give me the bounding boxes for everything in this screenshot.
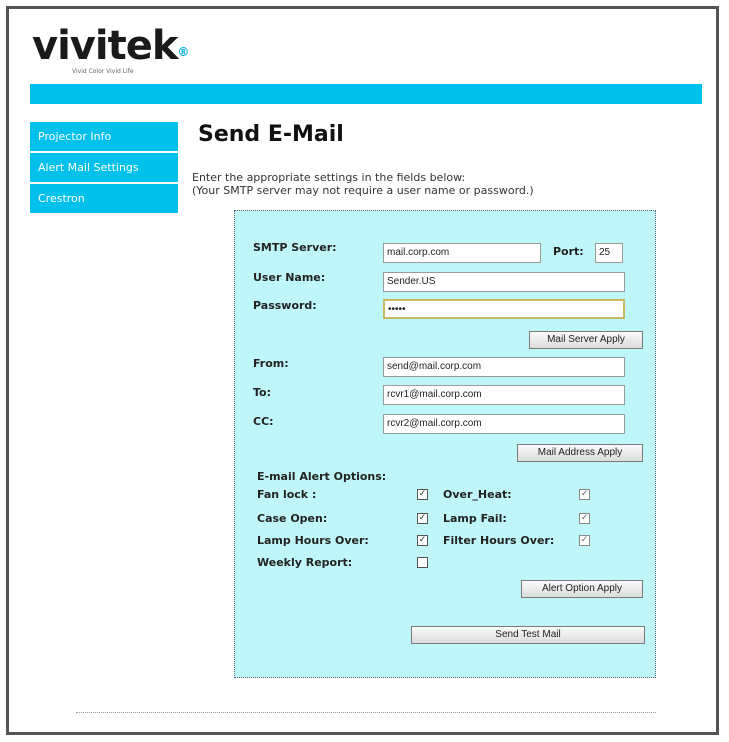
page-description: Enter the appropriate settings in the fi… — [192, 171, 534, 197]
case-open-label: Case Open: — [257, 512, 328, 525]
port-label: Port: — [553, 245, 584, 258]
over-heat-label: Over_Heat: — [443, 488, 512, 501]
weekly-report-label: Weekly Report: — [257, 556, 353, 569]
registered-mark-icon: ® — [177, 45, 189, 59]
user-name-label: User Name: — [253, 271, 326, 284]
alert-options-heading: E-mail Alert Options: — [257, 470, 387, 483]
port-input[interactable]: 25 — [595, 243, 623, 263]
sidebar-item-crestron[interactable]: Crestron — [30, 184, 178, 215]
password-input[interactable]: ••••• — [383, 299, 625, 319]
header-bar — [30, 84, 702, 104]
lamp-hours-over-label: Lamp Hours Over: — [257, 534, 369, 547]
smtp-server-label: SMTP Server: — [253, 241, 337, 254]
email-settings-panel: SMTP Server: mail.corp.com Port: 25 User… — [234, 210, 656, 678]
sidebar-nav: Projector Info Alert Mail Settings Crest… — [30, 122, 178, 215]
lamp-fail-label: Lamp Fail: — [443, 512, 507, 525]
lamp-hours-over-checkbox[interactable]: ✓ — [417, 535, 428, 546]
over-heat-checkbox[interactable]: ✓ — [579, 489, 590, 500]
vivitek-logo: vivitek® Vivid Color Vivid Life — [32, 23, 189, 75]
send-test-mail-button[interactable]: Send Test Mail — [411, 626, 645, 644]
fan-lock-label: Fan lock : — [257, 488, 317, 501]
footer-divider — [76, 712, 656, 713]
filter-hours-over-label: Filter Hours Over: — [443, 534, 555, 547]
sidebar-item-projector-info[interactable]: Projector Info — [30, 122, 178, 153]
brand-tagline: Vivid Color Vivid Life — [72, 68, 134, 75]
weekly-report-checkbox[interactable] — [417, 557, 428, 568]
mail-address-apply-button[interactable]: Mail Address Apply — [517, 444, 643, 462]
description-line-2: (Your SMTP server may not require a user… — [192, 184, 534, 197]
description-line-1: Enter the appropriate settings in the fi… — [192, 171, 466, 184]
user-name-input[interactable]: Sender.US — [383, 272, 625, 292]
password-label: Password: — [253, 299, 317, 312]
from-input[interactable]: send@mail.corp.com — [383, 357, 625, 377]
case-open-checkbox[interactable]: ✓ — [417, 513, 428, 524]
filter-hours-over-checkbox[interactable]: ✓ — [579, 535, 590, 546]
sidebar-item-alert-mail-settings[interactable]: Alert Mail Settings — [30, 153, 178, 184]
fan-lock-checkbox[interactable]: ✓ — [417, 489, 428, 500]
mail-server-apply-button[interactable]: Mail Server Apply — [529, 331, 643, 349]
brand-name: vivitek — [32, 23, 178, 69]
from-label: From: — [253, 357, 289, 370]
alert-option-apply-button[interactable]: Alert Option Apply — [521, 580, 643, 598]
smtp-server-input[interactable]: mail.corp.com — [383, 243, 541, 263]
cc-input[interactable]: rcvr2@mail.corp.com — [383, 414, 625, 434]
lamp-fail-checkbox[interactable]: ✓ — [579, 513, 590, 524]
cc-label: CC: — [253, 415, 274, 428]
page-title: Send E-Mail — [198, 122, 344, 147]
to-label: To: — [253, 386, 271, 399]
to-input[interactable]: rcvr1@mail.corp.com — [383, 385, 625, 405]
